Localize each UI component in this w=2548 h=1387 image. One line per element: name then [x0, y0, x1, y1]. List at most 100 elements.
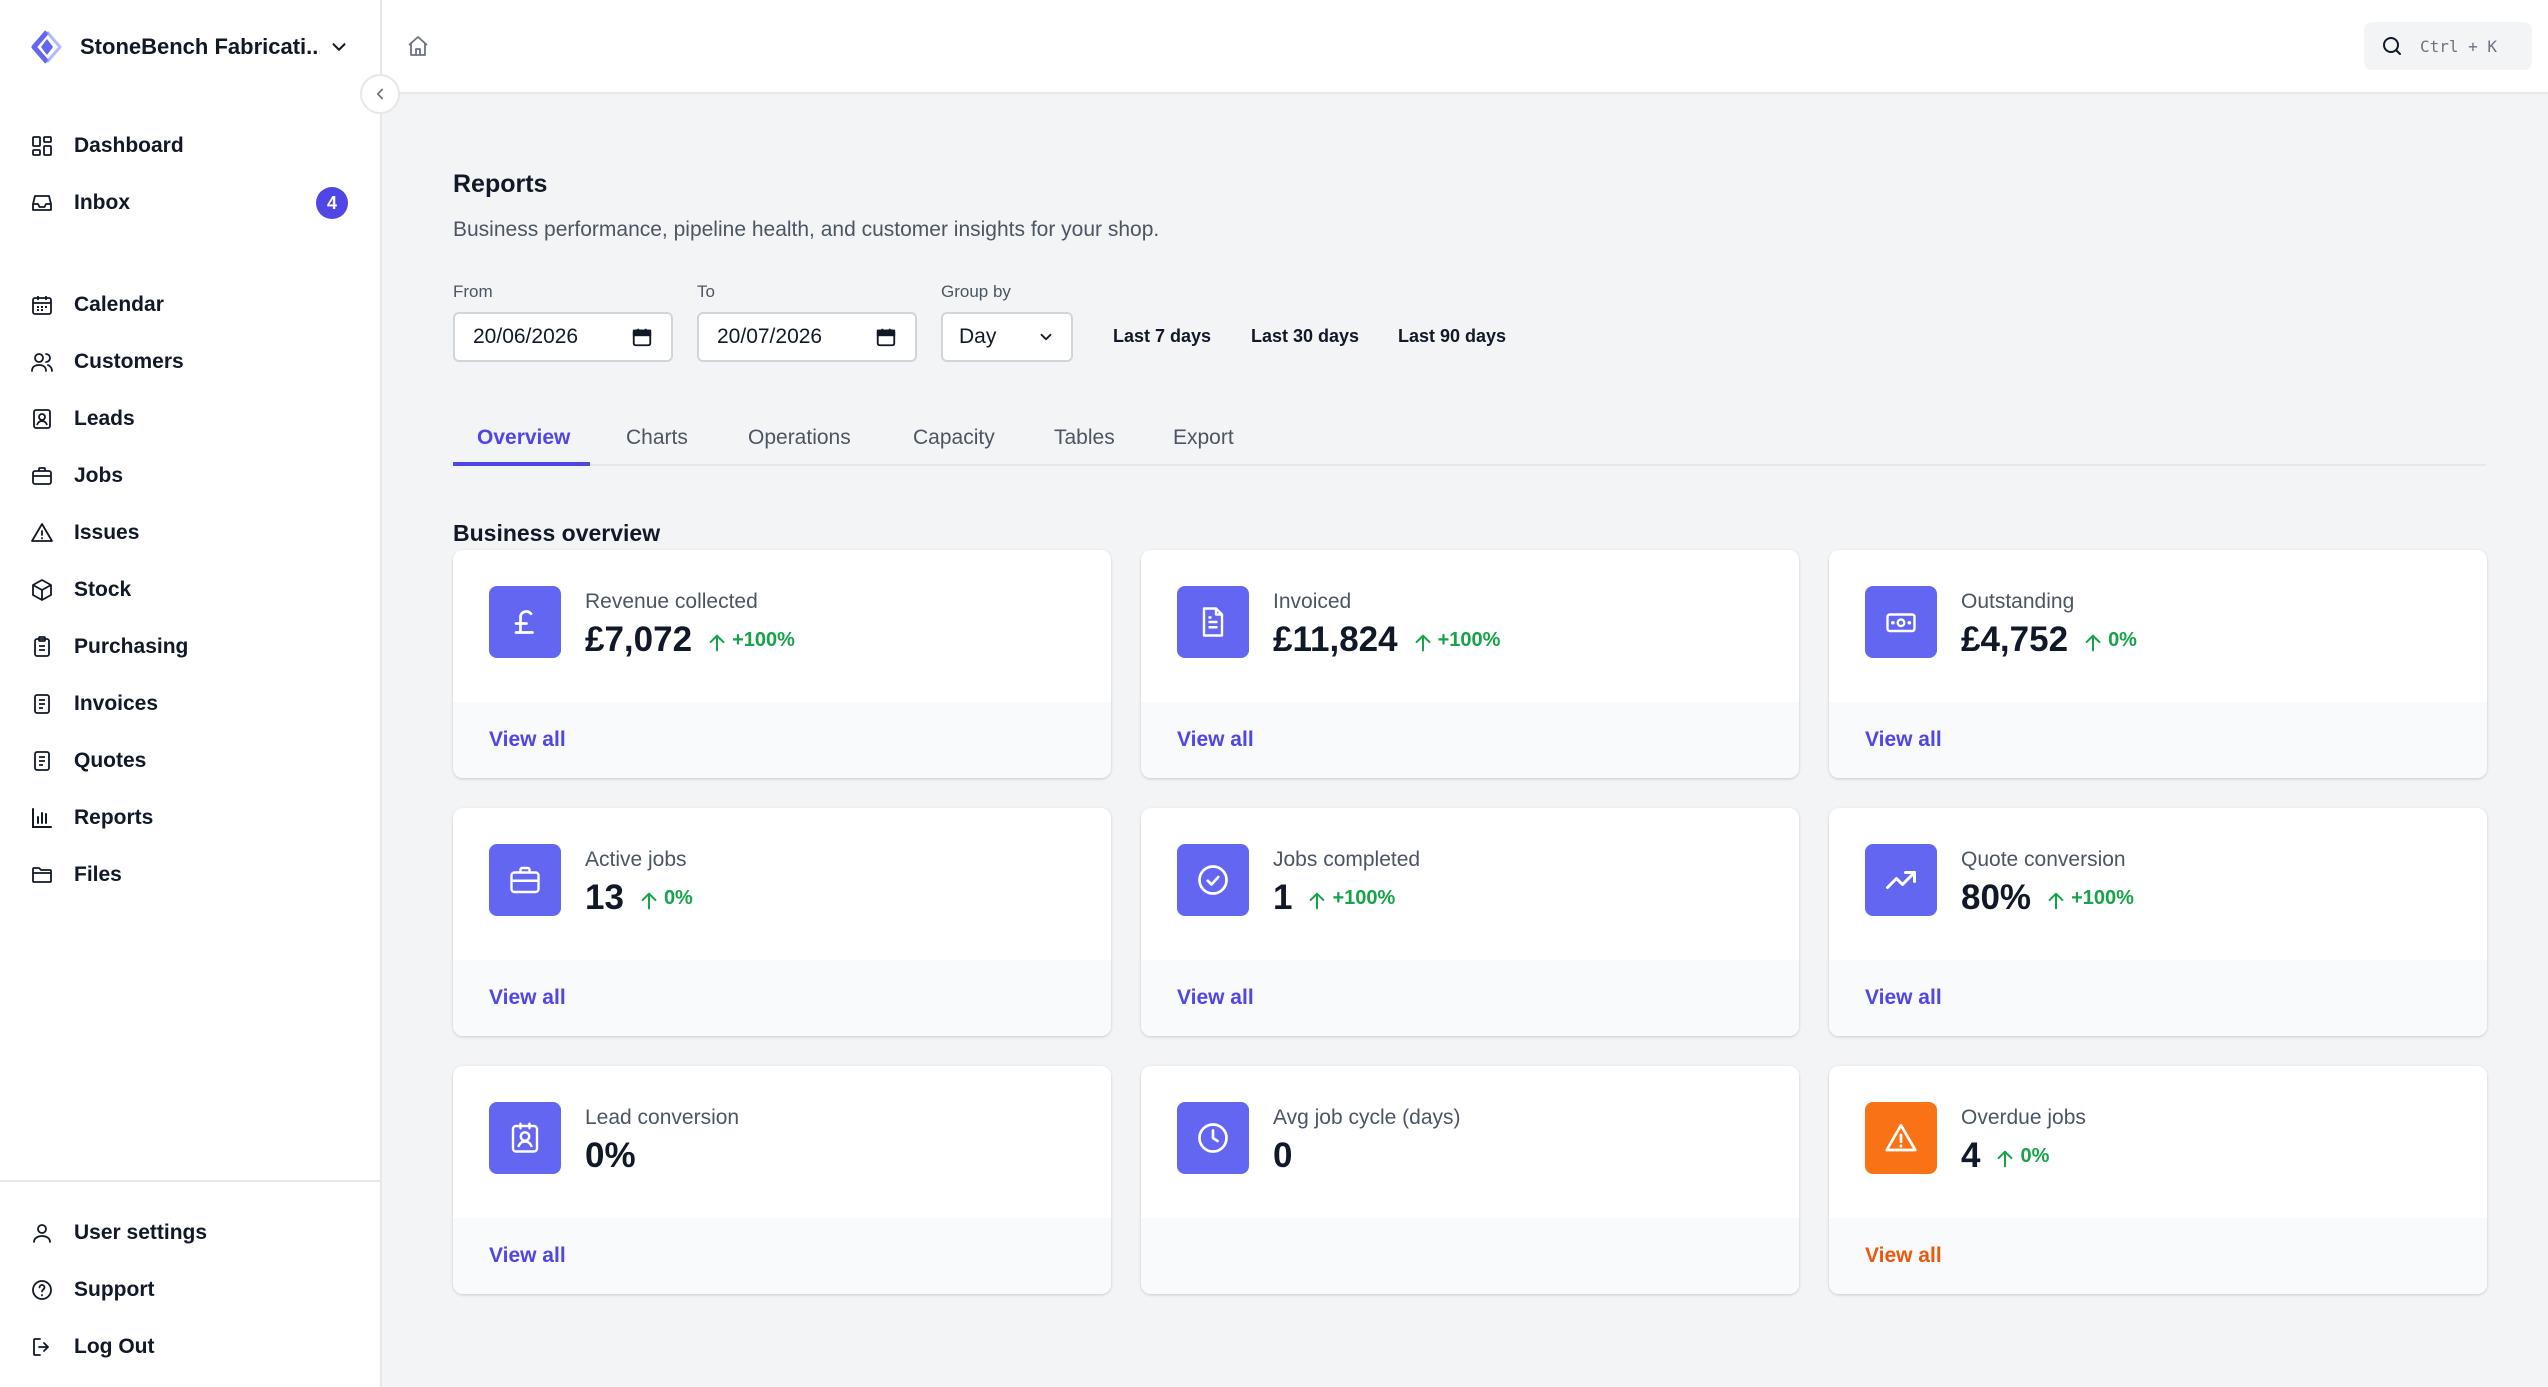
card-value-row: 4 0%	[1961, 1136, 2049, 1176]
page-subtitle: Business performance, pipeline health, a…	[453, 218, 1160, 241]
warning-icon	[1885, 1123, 1917, 1152]
tab-capacity[interactable]: Capacity	[913, 426, 995, 466]
sidebar-item-customers[interactable]: Customers	[30, 340, 348, 384]
sidebar-item-label: Inbox	[74, 191, 130, 214]
stat-card-active-jobs: Active jobs 13 0% View all	[453, 808, 1111, 1036]
view-all-link[interactable]: View all	[1177, 728, 1254, 752]
document-icon	[1202, 607, 1224, 637]
chevron-down-icon	[1040, 333, 1052, 341]
card-icon-container	[1177, 586, 1249, 658]
tab-overview[interactable]: Overview	[477, 426, 570, 466]
sidebar-collapse-button[interactable]	[360, 74, 400, 114]
home-icon[interactable]	[406, 34, 430, 58]
card-icon-container	[1177, 844, 1249, 916]
sidebar-item-leads[interactable]: Leads	[30, 397, 348, 441]
briefcase-icon	[510, 866, 540, 894]
sidebar-item-label: Calendar	[74, 293, 164, 316]
view-all-link[interactable]: View all	[1865, 728, 1942, 752]
card-label: Invoiced	[1273, 590, 1352, 613]
to-label: To	[697, 282, 715, 301]
sidebar-item-label: User settings	[74, 1221, 208, 1244]
sidebar-item-calendar[interactable]: Calendar	[30, 283, 348, 327]
sidebar-item-inbox[interactable]: Inbox 4	[30, 181, 348, 225]
from-date-input[interactable]: 20/06/2026	[453, 312, 673, 362]
calendar-icon	[32, 296, 52, 315]
card-change-value: 0%	[663, 886, 693, 909]
tab-charts[interactable]: Charts	[626, 426, 688, 466]
last-30-days-button[interactable]: Last 30 days	[1251, 326, 1359, 347]
card-value: 1	[1273, 878, 1293, 917]
sidebar-item-log-out[interactable]: Log Out	[30, 1325, 348, 1369]
card-footer: View all	[1829, 1218, 2487, 1294]
card-value: 13	[585, 878, 624, 917]
sidebar-item-support[interactable]: Support	[30, 1268, 348, 1312]
card-change: 0%	[638, 887, 693, 910]
sidebar-item-dashboard[interactable]: Dashboard	[30, 124, 348, 168]
view-all-link[interactable]: View all	[489, 986, 566, 1010]
card-icon-container	[1177, 1102, 1249, 1174]
sidebar-item-label: Purchasing	[74, 635, 189, 658]
card-footer: View all	[453, 702, 1111, 778]
sidebar-item-invoices[interactable]: Invoices	[30, 682, 348, 726]
last-7-days-button[interactable]: Last 7 days	[1113, 326, 1211, 347]
clock-icon	[1198, 1123, 1228, 1153]
sidebar-item-reports[interactable]: Reports	[30, 796, 348, 840]
card-change: +100%	[706, 629, 795, 652]
tab-operations[interactable]: Operations	[748, 426, 851, 466]
search-button[interactable]: Ctrl + K	[2364, 22, 2532, 70]
inbox-count-badge: 4	[316, 187, 348, 219]
folder-icon	[32, 867, 52, 883]
sidebar-item-label: Quotes	[74, 749, 147, 772]
sidebar-item-label: Reports	[74, 806, 154, 829]
card-footer: View all	[453, 1218, 1111, 1294]
last-90-days-button[interactable]: Last 90 days	[1398, 326, 1506, 347]
arrow-up-icon	[2048, 892, 2064, 910]
stat-card-outstanding: Outstanding £4,752 0% View all	[1829, 550, 2487, 778]
stat-card-invoiced: Invoiced £11,824 +100% View all	[1141, 550, 1799, 778]
sidebar-item-stock[interactable]: Stock	[30, 568, 348, 612]
card-footer: View all	[1141, 702, 1799, 778]
card-change: +100%	[1412, 629, 1500, 652]
group-by-select[interactable]: Day	[941, 312, 1073, 362]
document-icon	[34, 751, 50, 771]
search-icon	[2383, 37, 2401, 55]
card-label: Avg job cycle (days)	[1273, 1106, 1461, 1129]
view-all-link[interactable]: View all	[489, 728, 566, 752]
sidebar-item-label: Log Out	[74, 1335, 155, 1358]
tab-tables[interactable]: Tables	[1054, 426, 1115, 466]
sidebar-item-issues[interactable]: Issues	[30, 511, 348, 555]
group-by-label: Group by	[941, 282, 1011, 301]
card-value: 0%	[585, 1136, 636, 1175]
sidebar-item-purchasing[interactable]: Purchasing	[30, 625, 348, 669]
card-change-value: +100%	[2071, 886, 2134, 909]
sidebar-item-label: Stock	[74, 578, 132, 601]
card-label: Jobs completed	[1273, 848, 1421, 871]
card-value-row: 13 0%	[585, 878, 693, 918]
view-all-link[interactable]: View all	[1865, 986, 1942, 1010]
organization-switcher[interactable]: StoneBench Fabricati...	[30, 24, 350, 70]
sidebar-item-jobs[interactable]: Jobs	[30, 454, 348, 498]
warning-icon	[31, 523, 53, 542]
card-value-row: £4,752 0%	[1961, 620, 2137, 660]
sidebar-item-user-settings[interactable]: User settings	[30, 1211, 348, 1255]
to-date-input[interactable]: 20/07/2026	[697, 312, 917, 362]
view-all-link[interactable]: View all	[1177, 986, 1254, 1010]
view-all-link[interactable]: View all	[489, 1244, 566, 1268]
tab-export[interactable]: Export	[1173, 426, 1234, 466]
user-icon	[33, 1224, 51, 1243]
stat-card-quote-conversion: Quote conversion 80% +100% View all	[1829, 808, 2487, 1036]
card-icon-container	[1865, 1102, 1937, 1174]
clipboard-icon	[34, 636, 50, 657]
view-all-link[interactable]: View all	[1865, 1244, 1942, 1268]
section-title: Business overview	[453, 520, 661, 546]
arrow-up-icon	[641, 892, 657, 910]
card-change-value: 0%	[2020, 1144, 2050, 1167]
sidebar-item-files[interactable]: Files	[30, 853, 348, 897]
sidebar-item-quotes[interactable]: Quotes	[30, 739, 348, 783]
card-label: Lead conversion	[585, 1106, 740, 1129]
card-icon-container	[1865, 844, 1937, 916]
from-label: From	[453, 282, 493, 301]
to-date-value: 20/07/2026	[717, 325, 823, 348]
sidebar-divider	[0, 1180, 380, 1182]
sidebar: StoneBench Fabricati... Dashboard Inbox …	[0, 0, 382, 1387]
